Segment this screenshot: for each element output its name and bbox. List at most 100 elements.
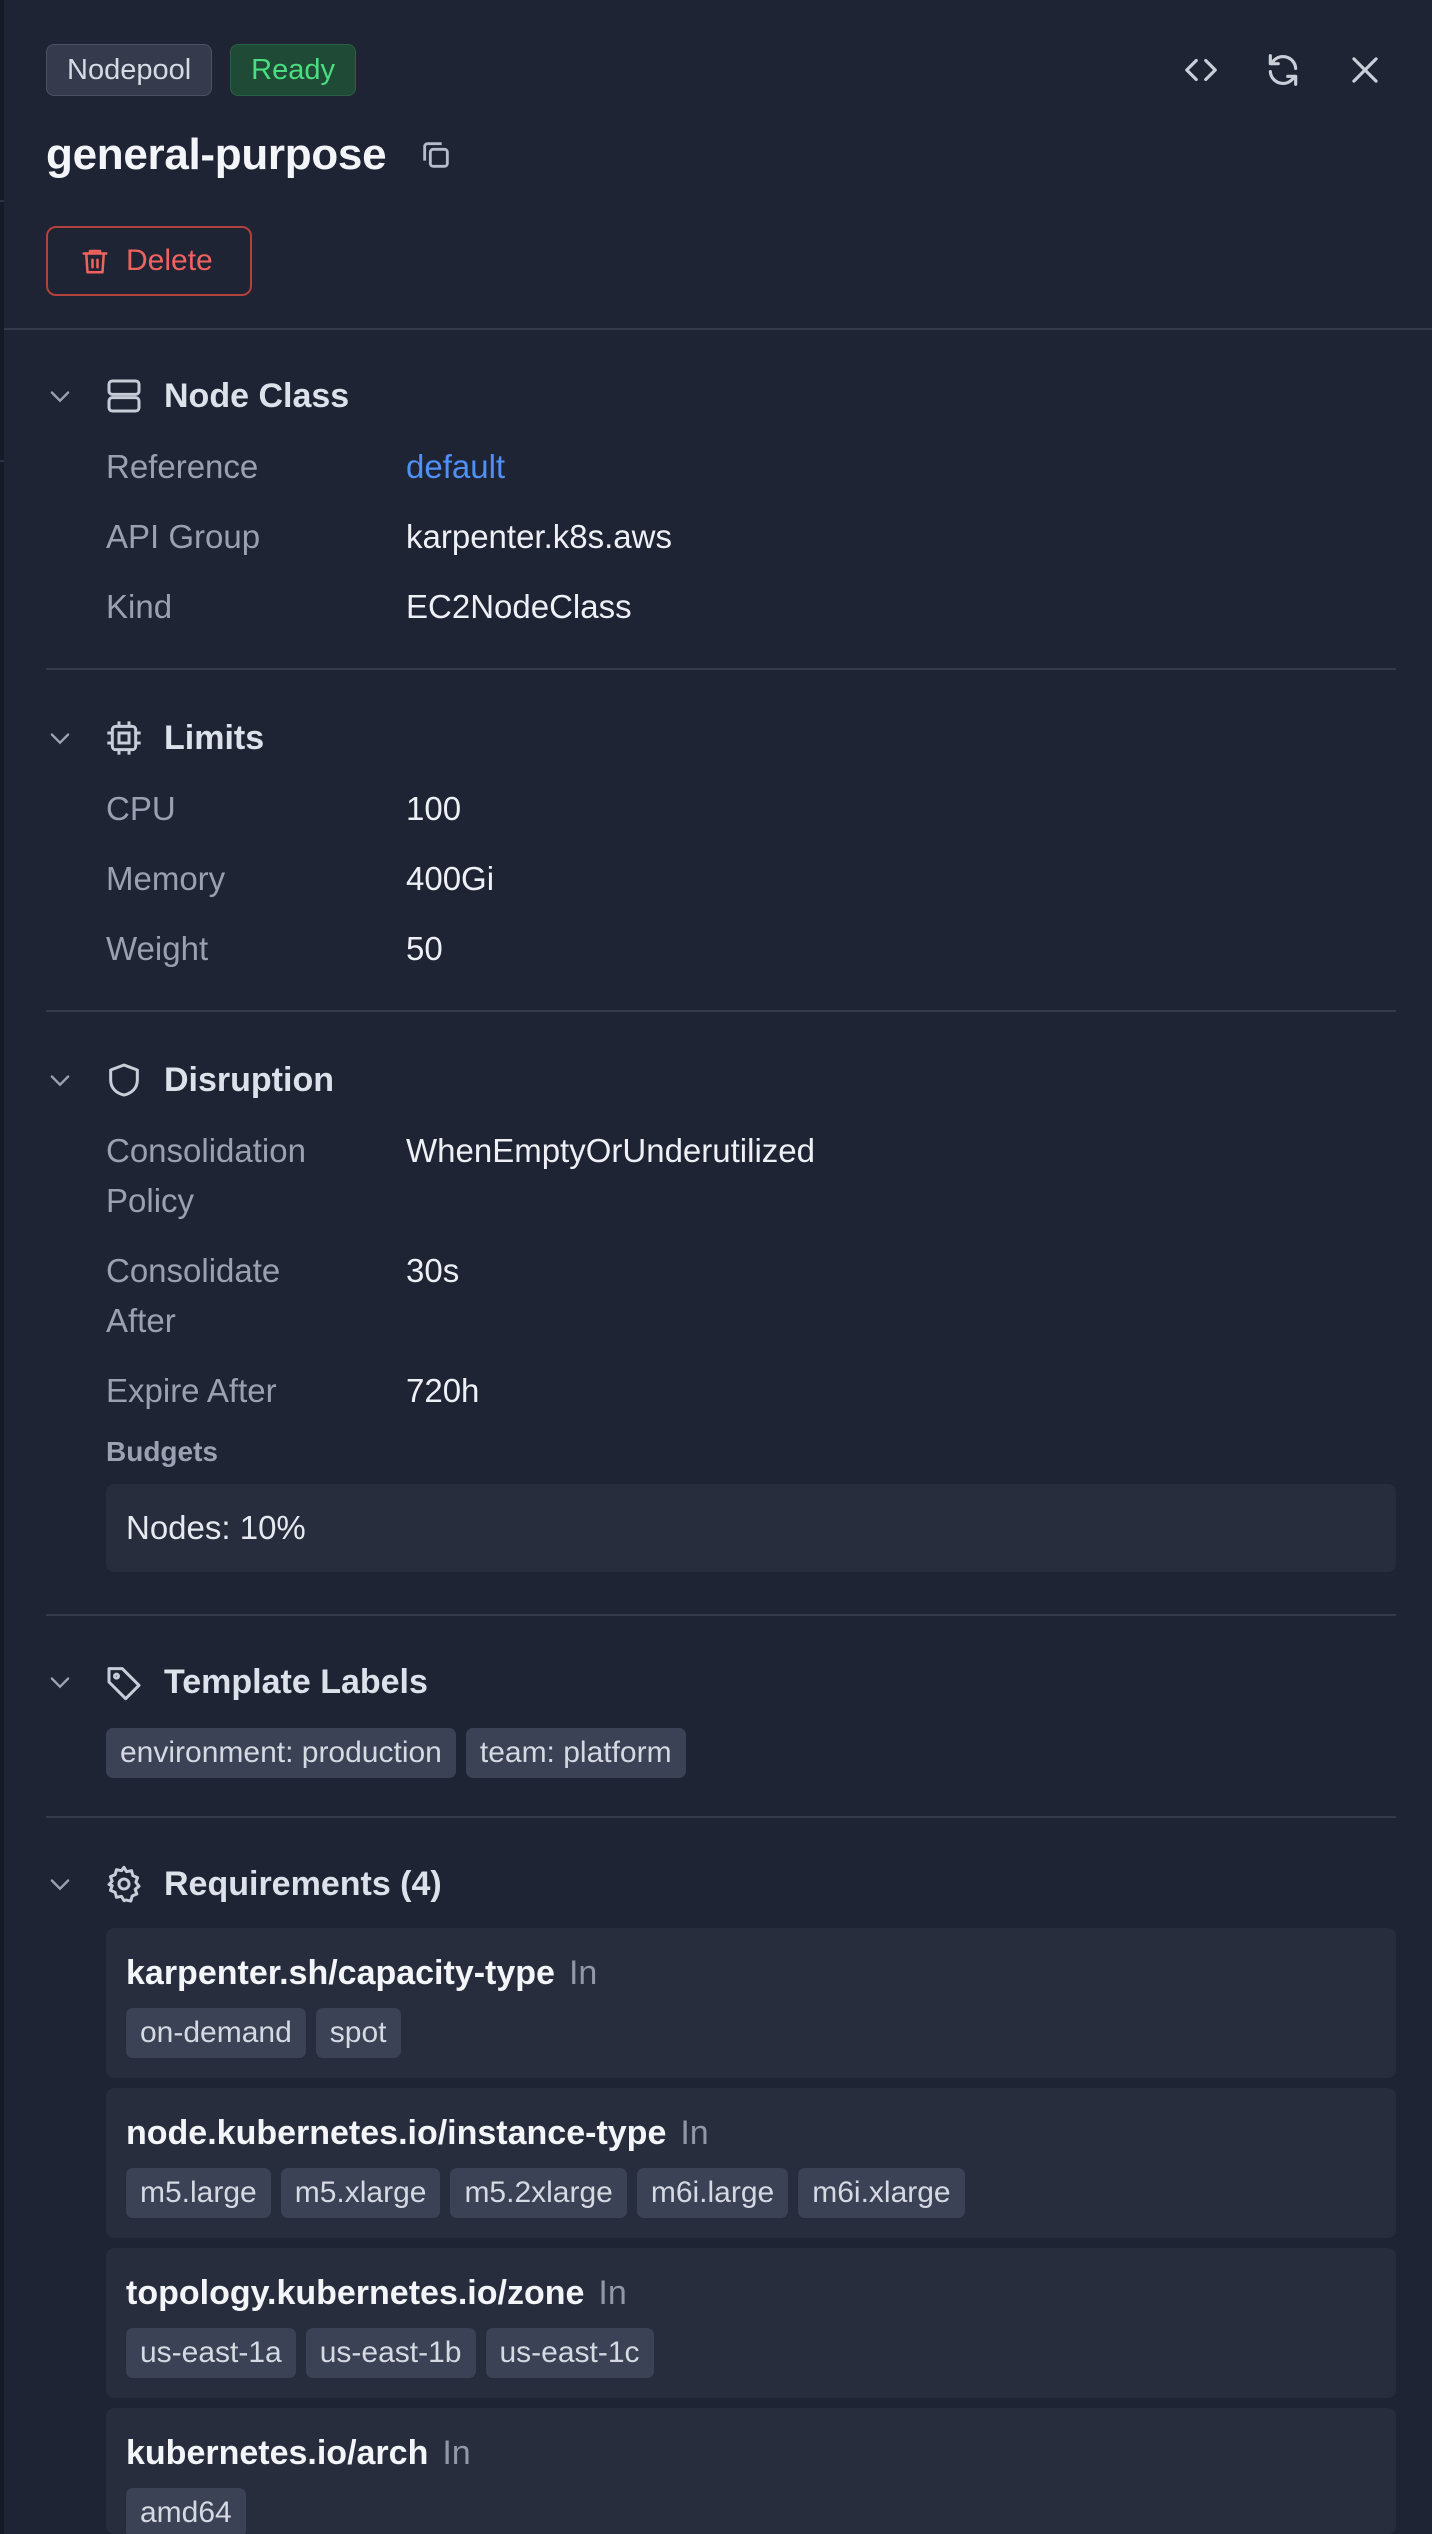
field-label: CPU	[106, 790, 176, 827]
field-label: Consolidate After	[106, 1246, 366, 1346]
field-label-line: Consolidate	[106, 1252, 281, 1289]
section-divider	[46, 1816, 1396, 1818]
requirement-operator: In	[598, 2274, 627, 2312]
section-header-template-labels[interactable]: Template Labels	[46, 1658, 1396, 1706]
section-title: Node Class	[164, 376, 350, 415]
requirement-value-chip: m5.large	[126, 2168, 271, 2218]
field-label: Expire After	[106, 1372, 277, 1409]
section-divider	[46, 668, 1396, 670]
requirement-value-chip: m6i.large	[636, 2168, 789, 2218]
budgets-heading: Budgets	[106, 1436, 218, 1467]
field-label-line: After	[106, 1302, 176, 1339]
tag-icon	[107, 1667, 141, 1701]
requirement-value-chip: amd64	[126, 2488, 246, 2534]
code-icon	[1185, 58, 1217, 82]
section-header-disruption[interactable]: Disruption	[46, 1056, 1396, 1104]
nodepool-detail-panel: Nodepool Ready general-purpose Delete No…	[0, 0, 1432, 2534]
copy-icon	[423, 142, 449, 168]
delete-label: Delete	[126, 244, 213, 277]
refresh-icon	[1268, 54, 1298, 86]
trash-icon	[82, 249, 108, 274]
requirement-operator: In	[568, 1954, 598, 1992]
requirement-key: kubernetes.io/arch	[126, 2434, 429, 2472]
section-requirements: Requirements (4) karpenter.sh/capacity-t…	[46, 1860, 1396, 2534]
panel-header: Nodepool Ready	[46, 44, 1386, 96]
requirement-value-chip: on-demand	[126, 2008, 306, 2058]
section-disruption: Disruption Consolidation Policy WhenEmpt…	[46, 1056, 1396, 1616]
refresh-button[interactable]	[1262, 49, 1304, 91]
section-divider	[46, 1614, 1396, 1616]
field-label: Reference	[106, 448, 259, 485]
close-button[interactable]	[1344, 49, 1386, 91]
requirement-value-chip: m5.xlarge	[280, 2168, 441, 2218]
kind-badge: Nodepool	[46, 44, 213, 96]
requirement-value-chip: spot	[315, 2008, 401, 2058]
left-edge-strip	[0, 0, 4, 2534]
field-value: WhenEmptyOrUnderutilized	[406, 1132, 815, 1169]
field-label: Weight	[106, 930, 209, 967]
section-divider	[46, 1010, 1396, 1012]
node-class-reference-link[interactable]: default	[406, 442, 505, 492]
chevron-down-icon	[50, 733, 70, 745]
requirement-card: topology.kubernetes.io/zone In us-east-1a…	[106, 2248, 1396, 2398]
field-label: Memory	[106, 860, 226, 897]
shield-icon	[109, 1063, 139, 1097]
field-value: 30s	[406, 1252, 460, 1289]
requirement-card: node.kubernetes.io/instance-type In m5.la…	[106, 2088, 1396, 2238]
requirement-key: topology.kubernetes.io/zone	[126, 2274, 585, 2312]
section-limits: Limits CPU 100 Memory 400Gi Weight 50	[46, 714, 1396, 1012]
field-value: 50	[406, 930, 443, 967]
view-source-button[interactable]	[1180, 49, 1222, 91]
chevron-down-icon	[50, 1075, 70, 1087]
requirement-operator: In	[442, 2434, 471, 2472]
field-value: 720h	[406, 1372, 480, 1409]
gear-icon	[107, 1865, 141, 1903]
requirement-key: karpenter.sh/capacity-type	[126, 1954, 555, 1992]
requirement-operator: In	[680, 2114, 709, 2152]
close-icon	[1352, 57, 1378, 83]
field-value: karpenter.k8s.aws	[406, 518, 672, 555]
header-toolbar	[1180, 44, 1386, 96]
budget-item: Nodes: 10%	[106, 1484, 1396, 1572]
requirement-values: m5.large m5.xlarge m5.2xlarge m6i.large …	[126, 2168, 1376, 2218]
copy-name-button[interactable]	[416, 135, 456, 175]
chevron-down-icon	[50, 1677, 70, 1689]
cpu-icon	[107, 721, 141, 755]
requirement-card: kubernetes.io/arch In amd64	[106, 2408, 1396, 2534]
title-row: general-purpose	[46, 130, 456, 180]
field-label: API Group	[106, 518, 261, 555]
section-title: Template Labels	[164, 1662, 428, 1701]
page-title: general-purpose	[46, 130, 387, 179]
requirement-value-chip: us-east-1a	[126, 2328, 296, 2378]
requirement-key: node.kubernetes.io/instance-type	[126, 2114, 667, 2152]
section-title: Requirements (4)	[164, 1864, 442, 1903]
chevron-down-icon	[50, 1879, 70, 1891]
label-chip: environment: production	[106, 1728, 456, 1778]
chevron-down-icon	[50, 391, 70, 403]
field-label: Kind	[106, 588, 173, 625]
requirement-values: us-east-1a us-east-1b us-east-1c	[126, 2328, 1376, 2378]
label-chip: team: platform	[465, 1728, 686, 1778]
section-header-limits[interactable]: Limits	[46, 714, 1396, 762]
field-label-line: Policy	[106, 1182, 195, 1219]
field-value: 400Gi	[406, 860, 495, 897]
delete-button[interactable]: Delete	[46, 226, 252, 296]
section-title: Limits	[164, 718, 265, 757]
section-node-class: Node Class Reference default API Group k…	[46, 372, 1396, 670]
field-value: 100	[406, 790, 462, 827]
field-value: EC2NodeClass	[406, 588, 632, 625]
requirement-value-chip: m5.2xlarge	[450, 2168, 627, 2218]
section-template-labels: Template Labels environment: production t…	[46, 1658, 1396, 1818]
section-header-node-class[interactable]: Node Class	[46, 372, 1396, 420]
field-label: Consolidation Policy	[106, 1126, 366, 1226]
field-label-line: Consolidation	[106, 1132, 306, 1169]
label-chip-list: environment: production team: platform	[106, 1726, 696, 1778]
status-badge: Ready	[230, 44, 356, 96]
requirement-value-chip: us-east-1b	[305, 2328, 476, 2378]
requirement-value-chip: us-east-1c	[485, 2328, 654, 2378]
requirement-values: amd64	[126, 2488, 1376, 2534]
requirement-values: on-demand spot	[126, 2008, 1376, 2058]
section-header-requirements[interactable]: Requirements (4)	[46, 1860, 1396, 1908]
requirement-card: karpenter.sh/capacity-type In on-demand s…	[106, 1928, 1396, 2078]
section-title: Disruption	[164, 1060, 334, 1099]
